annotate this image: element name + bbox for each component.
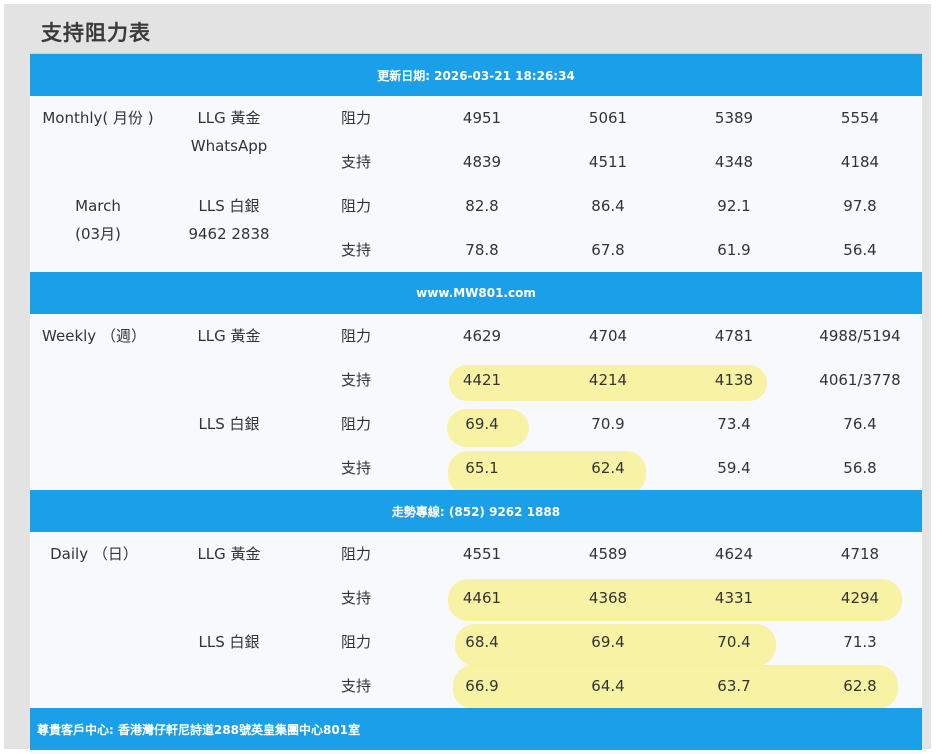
level-value: 64.4	[591, 677, 625, 695]
instrument-lls: LLS 白銀	[198, 633, 260, 651]
row-type: 阻力	[340, 327, 372, 345]
level-value: 59.4	[717, 459, 751, 477]
level-value: 70.4	[717, 633, 751, 651]
level-value: 70.9	[591, 415, 625, 433]
level-value: 4718	[840, 545, 880, 563]
level-value: 5061	[588, 109, 628, 127]
period-label-weekly: Weekly （週）	[42, 327, 146, 345]
row-type: 阻力	[340, 633, 372, 651]
level-value: 86.4	[591, 197, 625, 215]
level-value: 62.8	[843, 677, 877, 695]
row-type: 阻力	[340, 197, 372, 215]
level-value: 63.7	[717, 677, 751, 695]
instrument-lls: LLS 白銀	[198, 197, 260, 215]
level-value: 82.8	[465, 197, 499, 215]
level-value: 4294	[840, 589, 880, 607]
level-value: 4214	[588, 371, 628, 389]
level-value: 4551	[462, 545, 502, 563]
period-label-monthly: Monthly( 月份 )	[42, 109, 154, 127]
highlight-mark	[453, 665, 898, 709]
instrument-llg: LLG 黃金	[197, 327, 261, 345]
instrument-llg: LLG 黃金	[197, 545, 261, 563]
address-bar: 尊貴客戶中心: 香港灣仔軒尼詩道288號英皇集團中心801室	[30, 708, 922, 750]
level-value: 56.4	[843, 241, 877, 259]
row-type: 支持	[340, 459, 372, 477]
level-value: 4511	[588, 153, 628, 171]
whatsapp-label: WhatsApp	[190, 137, 268, 155]
level-value: 4368	[588, 589, 628, 607]
level-value: 69.4	[591, 633, 625, 651]
level-value: 5554	[840, 109, 880, 127]
period-label-month-name: March	[75, 197, 121, 215]
row-type: 支持	[340, 589, 372, 607]
level-value: 5389	[714, 109, 754, 127]
highlight-mark	[448, 579, 902, 621]
instrument-lls: LLS 白銀	[198, 415, 260, 433]
level-value: 4951	[462, 109, 502, 127]
level-value: 67.8	[591, 241, 625, 259]
row-type: 阻力	[340, 109, 372, 127]
level-value: 66.9	[465, 677, 499, 695]
hotline-bar: 走勢專線: (852) 9262 1888	[30, 490, 922, 532]
level-value: 4589	[588, 545, 628, 563]
support-resistance-table: 更新日期: 2026-03-21 18:26:34 www.MW801.com …	[30, 53, 922, 754]
level-value: 4461	[462, 589, 502, 607]
level-value: 62.4	[591, 459, 625, 477]
row-type: 阻力	[340, 415, 372, 433]
level-value: 92.1	[717, 197, 751, 215]
level-value: 4061/3778	[819, 371, 901, 389]
level-value: 4184	[840, 153, 880, 171]
period-label-month-number: (03月)	[75, 225, 121, 243]
level-value: 4839	[462, 153, 502, 171]
level-value: 73.4	[717, 415, 751, 433]
level-value: 4624	[714, 545, 754, 563]
level-value: 61.9	[717, 241, 751, 259]
page-title: 支持阻力表	[41, 21, 151, 45]
period-label-daily: Daily （日）	[50, 545, 138, 563]
row-type: 支持	[340, 241, 372, 259]
level-value: 4704	[588, 327, 628, 345]
row-type: 支持	[340, 153, 372, 171]
level-value: 4348	[714, 153, 754, 171]
level-value: 4331	[714, 589, 754, 607]
level-value: 65.1	[465, 459, 499, 477]
level-value: 78.8	[465, 241, 499, 259]
level-value: 4138	[714, 371, 754, 389]
update-date-bar: 更新日期: 2026-03-21 18:26:34	[30, 54, 922, 96]
level-value: 76.4	[843, 415, 877, 433]
row-type: 支持	[340, 371, 372, 389]
content-panel: 支持阻力表 更新日期: 2026-03-21 18:26:34 www.MW80…	[4, 4, 931, 754]
level-value: 4988/5194	[819, 327, 901, 345]
level-value: 56.8	[843, 459, 877, 477]
level-value: 71.3	[843, 633, 877, 651]
level-value: 4421	[462, 371, 502, 389]
level-value: 4629	[462, 327, 502, 345]
level-value: 4781	[714, 327, 754, 345]
level-value: 68.4	[465, 633, 499, 651]
instrument-llg: LLG 黃金	[197, 109, 261, 127]
website-bar: www.MW801.com	[30, 272, 922, 314]
level-value: 97.8	[843, 197, 877, 215]
row-type: 支持	[340, 677, 372, 695]
row-type: 阻力	[340, 545, 372, 563]
whatsapp-number: 9462 2838	[188, 225, 270, 243]
level-value: 69.4	[465, 415, 499, 433]
